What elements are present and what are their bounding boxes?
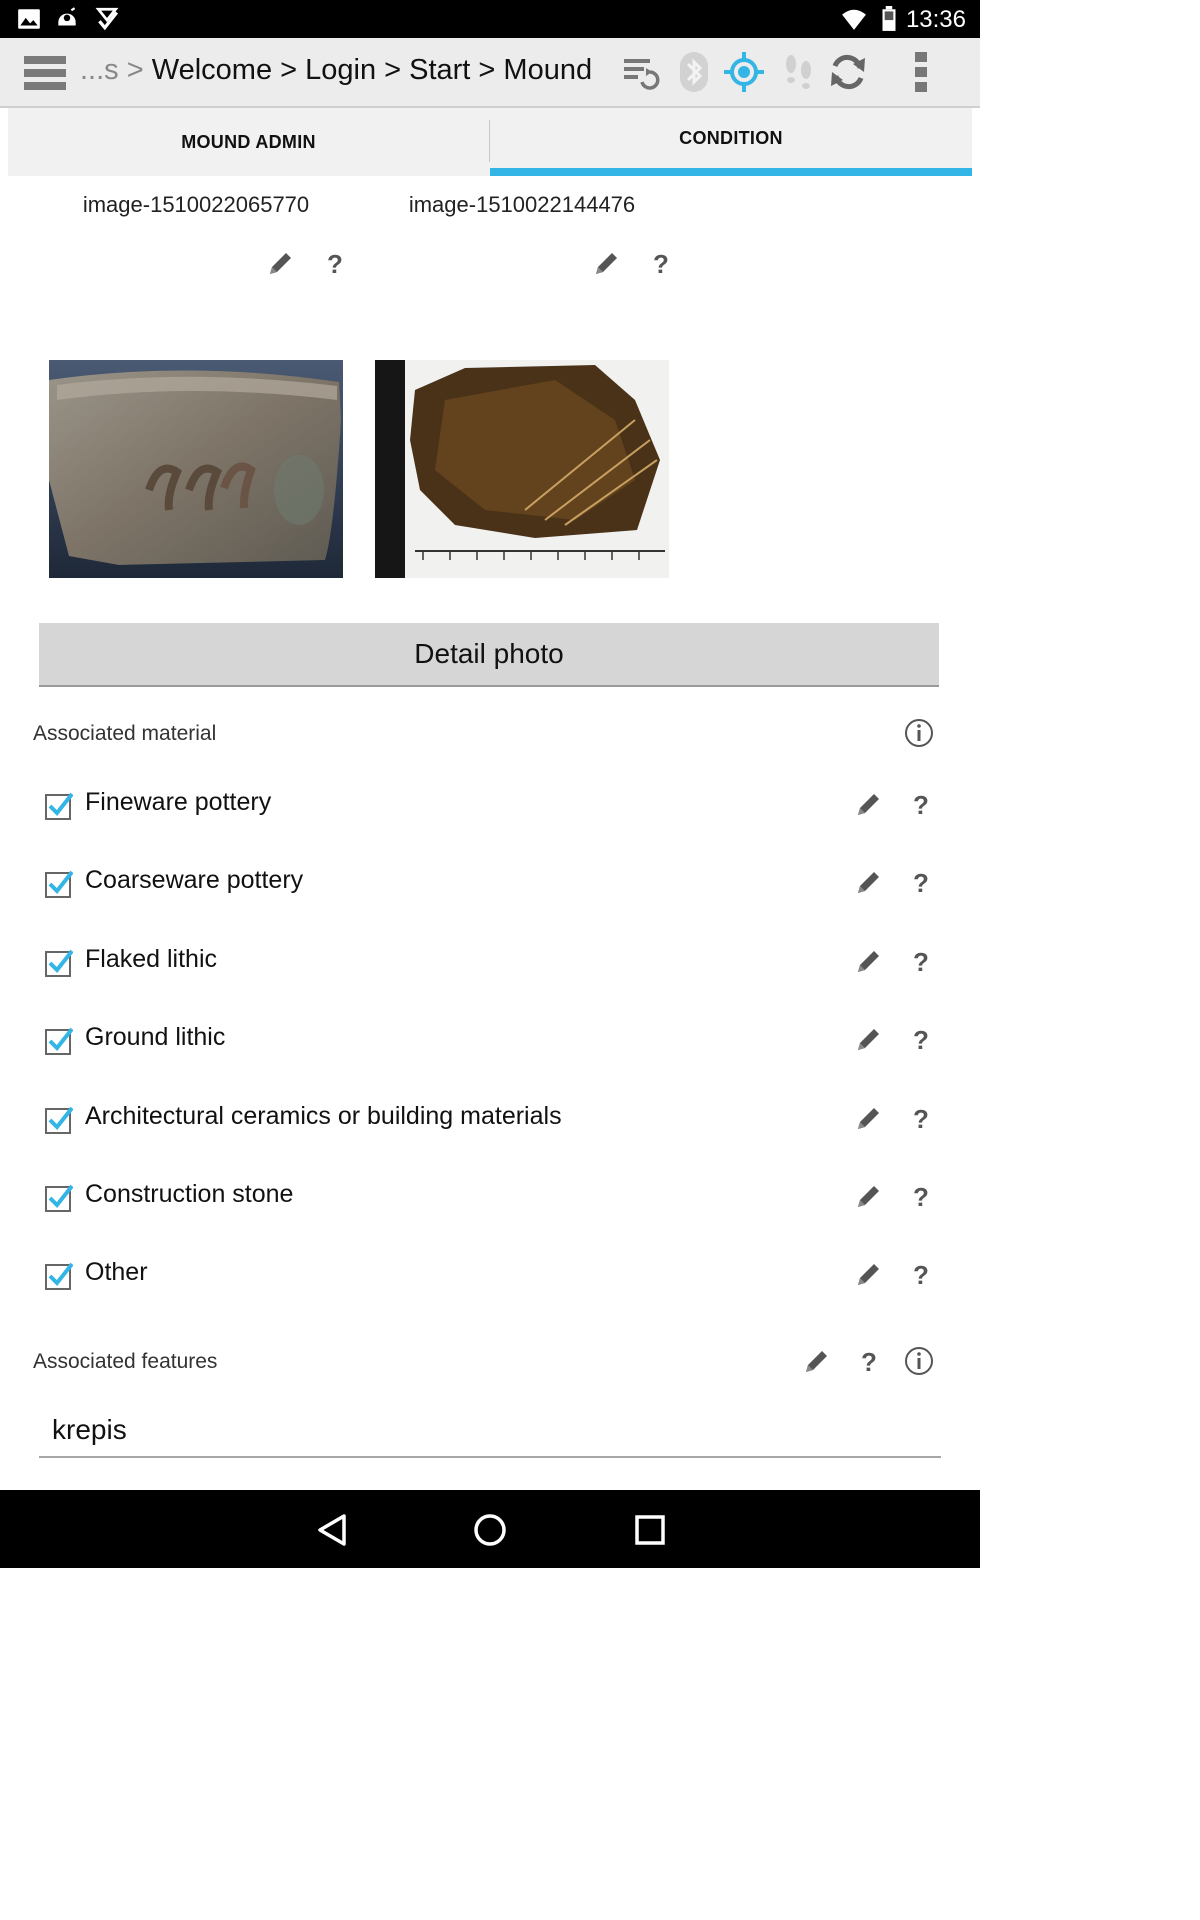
- photo-name: image-1510022144476: [408, 192, 636, 217]
- download-done-icon: [95, 7, 119, 31]
- checkbox-checked[interactable]: [45, 1262, 73, 1290]
- material-row-ground-lithic: Ground lithic ?: [8, 1017, 972, 1077]
- material-row-construction-stone: Construction stone ?: [8, 1174, 972, 1234]
- svg-text:?: ?: [653, 249, 669, 278]
- svg-text:?: ?: [913, 1025, 929, 1054]
- associated-features-value[interactable]: krepis: [52, 1414, 127, 1446]
- help-icon[interactable]: ?: [906, 789, 936, 819]
- pencil-icon[interactable]: [802, 1346, 832, 1376]
- gallery-icon: [18, 9, 40, 29]
- pencil-icon[interactable]: [854, 1181, 884, 1211]
- material-row-other: Other ?: [8, 1252, 972, 1312]
- checkbox-checked[interactable]: [45, 870, 73, 898]
- photo-name: image-1510022065770: [82, 192, 310, 217]
- clock: 13:36: [905, 6, 966, 33]
- pencil-icon[interactable]: [854, 946, 884, 976]
- bluetooth-icon[interactable]: [672, 50, 716, 94]
- help-icon[interactable]: ?: [854, 1346, 884, 1376]
- info-icon[interactable]: [904, 718, 934, 748]
- checkbox-label[interactable]: Ground lithic: [85, 1023, 225, 1052]
- tab-mound-admin[interactable]: MOUND ADMIN: [8, 108, 489, 178]
- action-bar: ...s > Welcome > Login > Start > Mound: [0, 38, 980, 108]
- checkbox-label[interactable]: Architectural ceramics or building mater…: [85, 1102, 562, 1131]
- associated-material-label: Associated material: [33, 722, 217, 745]
- svg-text:?: ?: [913, 868, 929, 897]
- material-row-flaked-lithic: Flaked lithic ?: [8, 939, 972, 999]
- help-icon[interactable]: ?: [646, 248, 676, 278]
- back-icon[interactable]: [312, 1510, 352, 1550]
- checkbox-label[interactable]: Construction stone: [85, 1180, 293, 1209]
- svg-text:?: ?: [913, 947, 929, 976]
- help-icon[interactable]: ?: [906, 867, 936, 897]
- checkbox-label[interactable]: Other: [85, 1258, 148, 1287]
- pencil-icon[interactable]: [592, 248, 622, 278]
- overflow-menu-icon[interactable]: [906, 50, 936, 94]
- android-robot-icon: [58, 7, 76, 26]
- svg-text:?: ?: [913, 790, 929, 819]
- menu-icon[interactable]: [22, 54, 68, 92]
- info-icon[interactable]: [904, 1346, 934, 1376]
- pencil-icon[interactable]: [854, 1259, 884, 1289]
- pottery-photo-1[interactable]: [49, 360, 343, 578]
- help-icon[interactable]: ?: [906, 1181, 936, 1211]
- help-icon[interactable]: ?: [906, 946, 936, 976]
- pencil-icon[interactable]: [854, 1024, 884, 1054]
- material-row-fineware: Fineware pottery ?: [8, 782, 972, 842]
- pencil-icon[interactable]: [854, 867, 884, 897]
- navigation-bar: [0, 1490, 980, 1568]
- breadcrumb-path[interactable]: Welcome > Login > Start > Mound: [152, 54, 592, 86]
- gps-icon[interactable]: [722, 50, 766, 94]
- help-icon[interactable]: ?: [906, 1024, 936, 1054]
- home-icon[interactable]: [470, 1510, 510, 1550]
- detail-photo-button[interactable]: Detail photo: [39, 623, 939, 687]
- wifi-icon: [842, 9, 866, 30]
- help-icon[interactable]: ?: [320, 248, 350, 278]
- tab-bar: MOUND ADMIN CONDITION: [8, 108, 972, 178]
- sync-list-icon[interactable]: [618, 50, 662, 94]
- material-row-coarseware: Coarseware pottery ?: [8, 860, 972, 920]
- associated-features-label: Associated features: [33, 1350, 218, 1373]
- checkbox-checked[interactable]: [45, 792, 73, 820]
- help-icon[interactable]: ?: [906, 1259, 936, 1289]
- checkbox-label[interactable]: Fineware pottery: [85, 788, 271, 817]
- pencil-icon[interactable]: [266, 248, 296, 278]
- pencil-icon[interactable]: [854, 1103, 884, 1133]
- associated-features-input[interactable]: krepis: [39, 1402, 941, 1458]
- footsteps-icon[interactable]: [776, 50, 820, 94]
- recents-icon[interactable]: [630, 1510, 670, 1550]
- svg-text:?: ?: [913, 1260, 929, 1289]
- help-icon[interactable]: ?: [906, 1103, 936, 1133]
- pottery-photo-2[interactable]: [375, 360, 669, 578]
- checkbox-label[interactable]: Coarseware pottery: [85, 866, 303, 895]
- breadcrumb[interactable]: ...s > Welcome > Login > Start > Mound: [80, 54, 592, 87]
- svg-text:?: ?: [913, 1182, 929, 1211]
- checkbox-checked[interactable]: [45, 1106, 73, 1134]
- checkbox-label[interactable]: Flaked lithic: [85, 945, 217, 974]
- svg-text:?: ?: [327, 249, 343, 278]
- battery-icon: [882, 6, 896, 31]
- status-bar: 13:36: [0, 0, 980, 38]
- svg-text:?: ?: [861, 1347, 877, 1376]
- pencil-icon[interactable]: [854, 789, 884, 819]
- svg-text:?: ?: [913, 1104, 929, 1133]
- refresh-icon[interactable]: [826, 50, 870, 94]
- form-content[interactable]: image-1510022065770 image-1510022144476 …: [8, 176, 972, 1488]
- checkbox-checked[interactable]: [45, 1027, 73, 1055]
- checkbox-checked[interactable]: [45, 1184, 73, 1212]
- material-row-architectural-ceramics: Architectural ceramics or building mater…: [8, 1096, 972, 1156]
- tab-condition[interactable]: CONDITION: [490, 108, 972, 176]
- breadcrumb-ellipsis[interactable]: ...s >: [80, 54, 144, 86]
- checkbox-checked[interactable]: [45, 949, 73, 977]
